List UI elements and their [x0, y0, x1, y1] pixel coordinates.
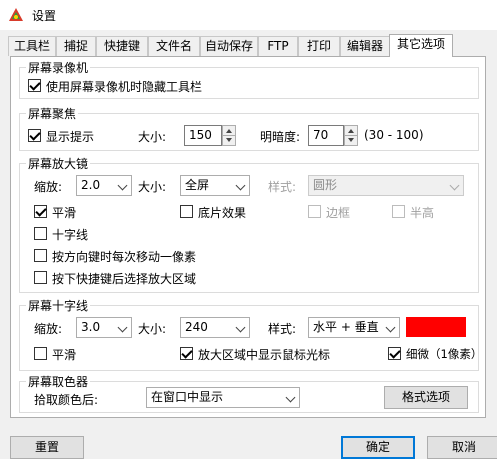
magnifier-style-label: 样式:: [268, 180, 297, 194]
tab-autosave[interactable]: 自动保存: [200, 36, 258, 56]
hide-toolbar-checkbox[interactable]: [28, 79, 41, 92]
ok-button[interactable]: 确定: [341, 436, 415, 459]
focus-size-input[interactable]: 150: [184, 125, 222, 146]
chevron-down-icon: [117, 322, 128, 333]
tab-print[interactable]: 打印: [298, 36, 340, 56]
magnifier-smooth-checkbox[interactable]: [34, 205, 47, 218]
thin-line-label: 细微（1像素）: [406, 347, 483, 361]
brightness-spinner[interactable]: [344, 125, 358, 146]
tab-toolbar[interactable]: 工具栏: [8, 36, 56, 56]
arrow-move-checkbox[interactable]: [34, 249, 47, 262]
tab-hotkeys[interactable]: 快捷键: [96, 36, 148, 56]
crosshair-size-select[interactable]: 240: [180, 317, 250, 338]
crosshair-style-select[interactable]: 水平 + 垂直: [308, 317, 400, 338]
crosshair-lines-label: 十字线: [52, 228, 89, 242]
negative-effect-label: 底片效果: [198, 206, 247, 220]
group-title: 屏幕聚焦: [26, 105, 79, 122]
show-cursor-checkbox[interactable]: [180, 347, 193, 360]
arrow-move-label: 按方向键时每次移动一像素: [52, 250, 197, 264]
format-options-button[interactable]: 格式选项: [384, 386, 468, 409]
reset-button[interactable]: 重置: [10, 436, 84, 459]
brightness-label: 明暗度:: [260, 130, 301, 144]
show-hint-checkbox[interactable]: [28, 129, 41, 142]
crosshair-style-value: 水平 + 垂直: [313, 320, 379, 334]
group-title: 屏幕取色器: [26, 373, 91, 390]
border-label: 边框: [326, 206, 351, 220]
brightness-range-hint: (30 - 100): [364, 128, 424, 142]
group-title: 屏幕放大镜: [26, 155, 91, 172]
crosshair-lines-checkbox[interactable]: [34, 227, 47, 240]
negative-effect-checkbox[interactable]: [180, 205, 193, 218]
magnifier-smooth-label: 平滑: [52, 206, 77, 220]
crosshair-zoom-value: 3.0: [81, 320, 101, 334]
tab-other-options[interactable]: 其它选项: [389, 34, 453, 57]
group-screen-recorder: 屏幕录像机 使用屏幕录像机时隐藏工具栏: [19, 59, 479, 99]
chevron-down-icon: [385, 322, 396, 333]
tab-filename[interactable]: 文件名: [148, 36, 200, 56]
after-pick-select[interactable]: 在窗口中显示: [146, 387, 300, 408]
crosshair-size-value: 240: [185, 320, 208, 334]
chevron-down-icon: [285, 392, 296, 403]
magnifier-zoom-label: 缩放:: [34, 180, 63, 194]
tab-capture[interactable]: 捕捉: [56, 36, 96, 56]
cancel-button[interactable]: 取消: [427, 436, 497, 459]
magnifier-zoom-select[interactable]: 2.0: [76, 175, 132, 196]
halftone-label: 半高: [410, 206, 435, 220]
brightness-input[interactable]: 70: [308, 125, 344, 146]
hotkey-select-label: 按下快捷键后选择放大区域: [52, 272, 197, 286]
magnifier-size-value: 全屏: [185, 178, 210, 192]
title-bar: 设置: [0, 0, 497, 30]
show-cursor-label: 放大区域中显示鼠标光标: [198, 348, 331, 362]
group-title: 屏幕录像机: [26, 59, 91, 76]
after-pick-label: 拾取颜色后:: [34, 393, 99, 407]
halftone-checkbox[interactable]: [392, 205, 405, 218]
group-screen-focus: 屏幕聚焦 显示提示 大小: 150 明暗度: 70 (30 - 100): [19, 105, 479, 151]
tab-editor[interactable]: 编辑器: [340, 36, 390, 56]
crosshair-size-label: 大小:: [138, 322, 167, 336]
show-hint-label: 显示提示: [46, 130, 95, 144]
magnifier-size-label: 大小:: [138, 180, 167, 194]
crosshair-color-swatch[interactable]: [406, 317, 466, 337]
magnifier-size-select[interactable]: 全屏: [180, 175, 250, 196]
crosshair-smooth-label: 平滑: [52, 348, 77, 362]
magnifier-zoom-value: 2.0: [81, 178, 101, 192]
border-checkbox[interactable]: [308, 205, 321, 218]
thin-line-checkbox[interactable]: [388, 347, 401, 360]
tab-ftp[interactable]: FTP: [258, 36, 298, 56]
app-icon: [9, 8, 23, 21]
magnifier-style-value: 圆形: [313, 178, 338, 192]
crosshair-style-label: 样式:: [268, 322, 297, 336]
focus-size-label: 大小:: [138, 130, 167, 144]
crosshair-zoom-select[interactable]: 3.0: [76, 317, 132, 338]
group-title: 屏幕十字线: [26, 297, 91, 314]
chevron-down-icon: [235, 322, 246, 333]
group-color-picker: 屏幕取色器 拾取颜色后: 在窗口中显示 格式选项: [19, 373, 479, 413]
chevron-down-icon: [449, 180, 460, 191]
group-crosshair: 屏幕十字线 缩放: 3.0 大小: 240 样式: 水平 + 垂直 平滑 放大区…: [19, 297, 483, 371]
after-pick-value: 在窗口中显示: [151, 390, 224, 404]
hotkey-select-checkbox[interactable]: [34, 271, 47, 284]
crosshair-smooth-checkbox[interactable]: [34, 347, 47, 360]
window-title: 设置: [32, 9, 57, 23]
group-magnifier: 屏幕放大镜 缩放: 2.0 大小: 全屏 样式: 圆形 平滑 底片效果 边框 半…: [19, 155, 479, 293]
tab-panel: 屏幕录像机 使用屏幕录像机时隐藏工具栏 屏幕聚焦 显示提示 大小: 150 明暗…: [10, 56, 486, 418]
chevron-down-icon: [117, 180, 128, 191]
chevron-down-icon: [235, 180, 246, 191]
crosshair-zoom-label: 缩放:: [34, 322, 63, 336]
hide-toolbar-label: 使用屏幕录像机时隐藏工具栏: [46, 80, 203, 94]
magnifier-style-select[interactable]: 圆形: [308, 175, 464, 196]
focus-size-spinner[interactable]: [222, 125, 236, 146]
